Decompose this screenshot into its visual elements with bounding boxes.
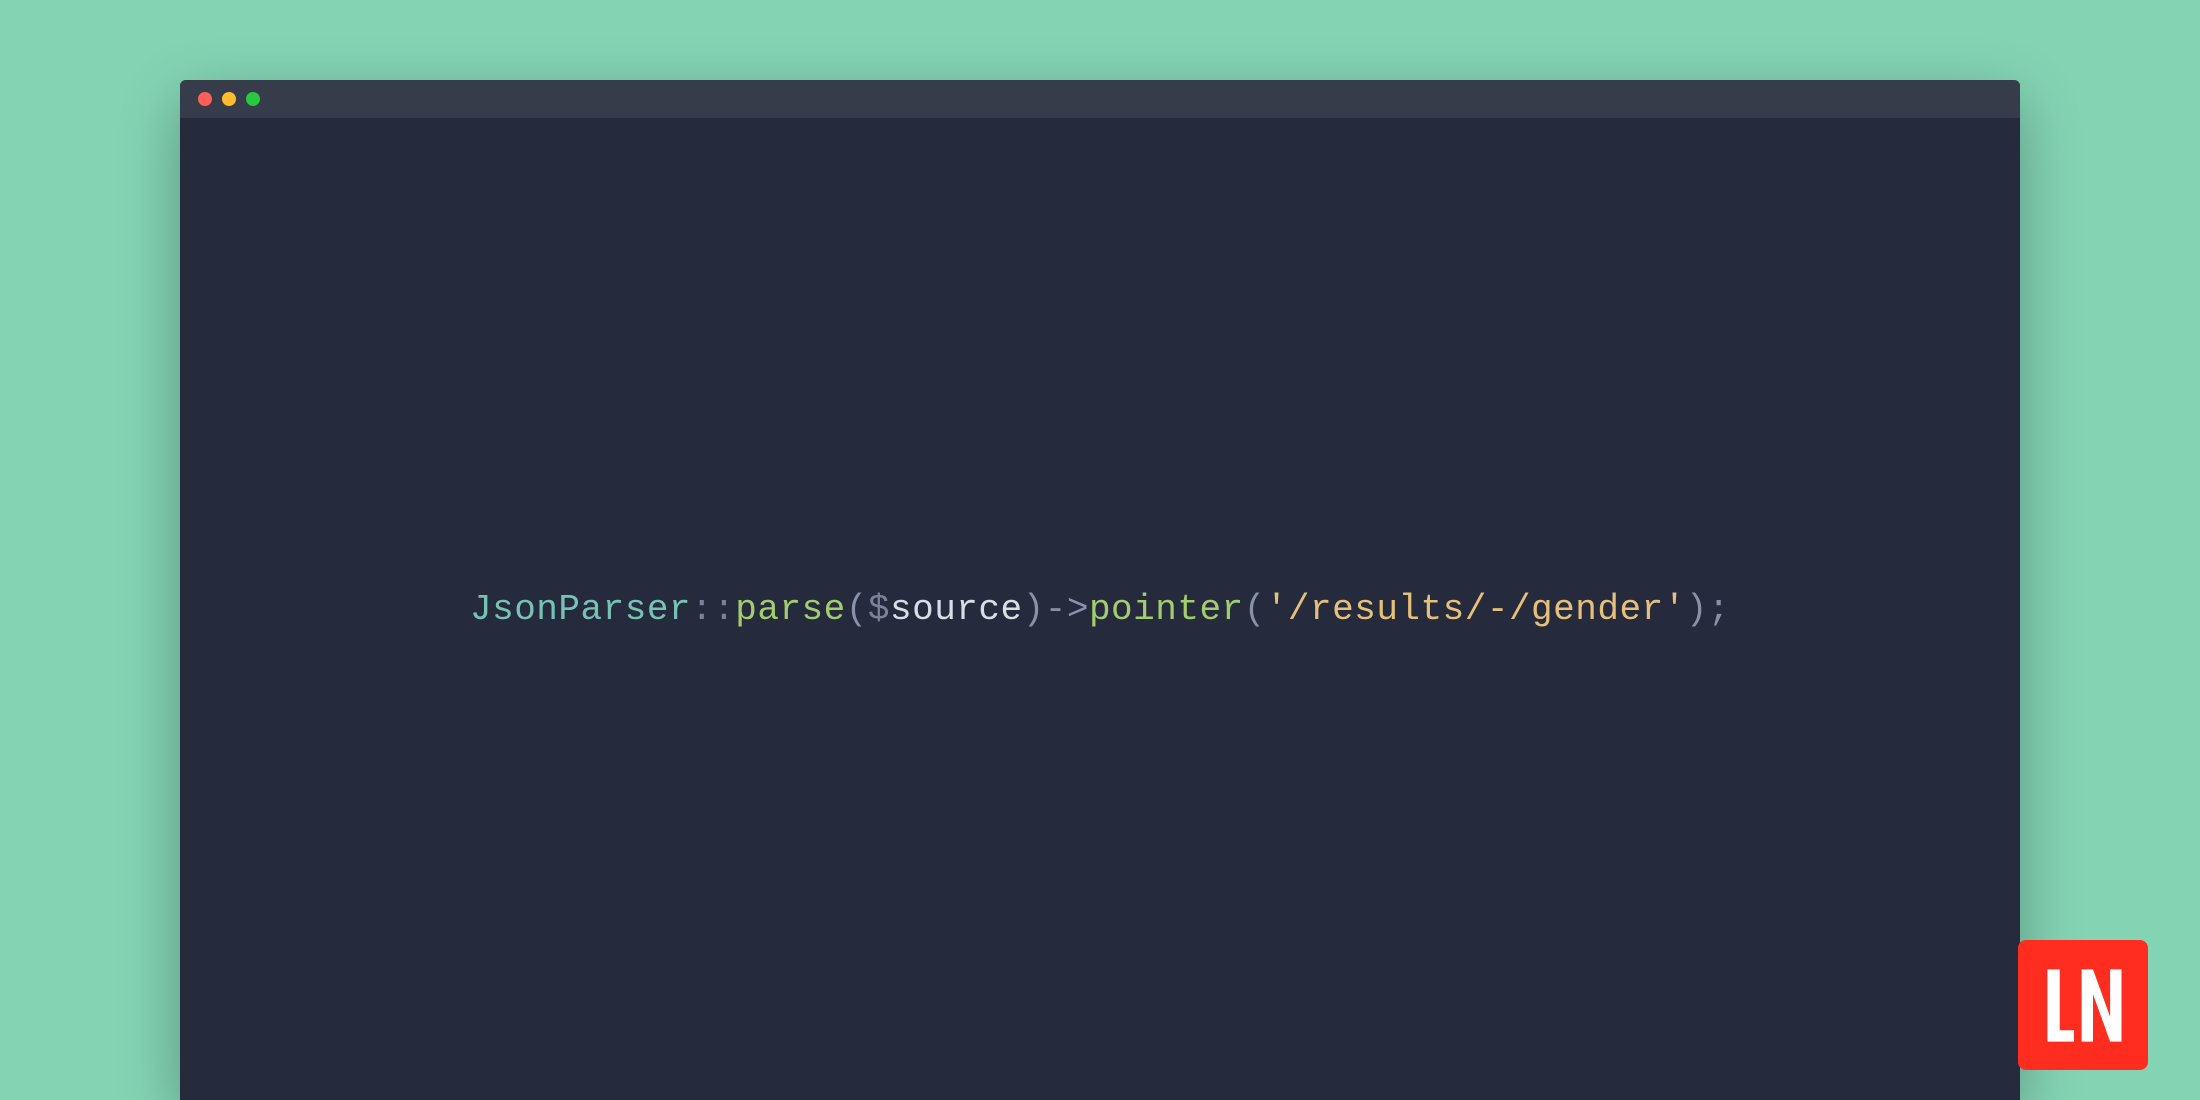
token-method-parse: parse — [735, 589, 846, 630]
token-paren-close: ) — [1023, 589, 1045, 630]
traffic-lights — [198, 92, 260, 106]
minimize-icon[interactable] — [222, 92, 236, 106]
token-string-quote-open: ' — [1266, 589, 1288, 630]
token-class: JsonParser — [470, 589, 691, 630]
window-titlebar — [180, 80, 2020, 118]
token-scope-operator: :: — [691, 589, 735, 630]
code-area: JsonParser::parse($source)->pointer('/re… — [180, 118, 2020, 1100]
code-line: JsonParser::parse($source)->pointer('/re… — [470, 589, 1730, 630]
ln-logo-icon — [2036, 958, 2131, 1053]
token-paren-open-2: ( — [1244, 589, 1266, 630]
code-editor-window: JsonParser::parse($source)->pointer('/re… — [180, 80, 2020, 1100]
token-dollar: $ — [868, 589, 890, 630]
token-paren-close-2: ) — [1686, 589, 1708, 630]
token-method-pointer: pointer — [1089, 589, 1244, 630]
laravel-news-logo — [2018, 940, 2148, 1070]
token-semicolon: ; — [1708, 589, 1730, 630]
token-arrow: -> — [1045, 589, 1089, 630]
maximize-icon[interactable] — [246, 92, 260, 106]
token-string-content: /results/-/gender — [1288, 589, 1664, 630]
token-variable: source — [890, 589, 1023, 630]
token-string-quote-close: ' — [1664, 589, 1686, 630]
token-paren-open: ( — [846, 589, 868, 630]
close-icon[interactable] — [198, 92, 212, 106]
